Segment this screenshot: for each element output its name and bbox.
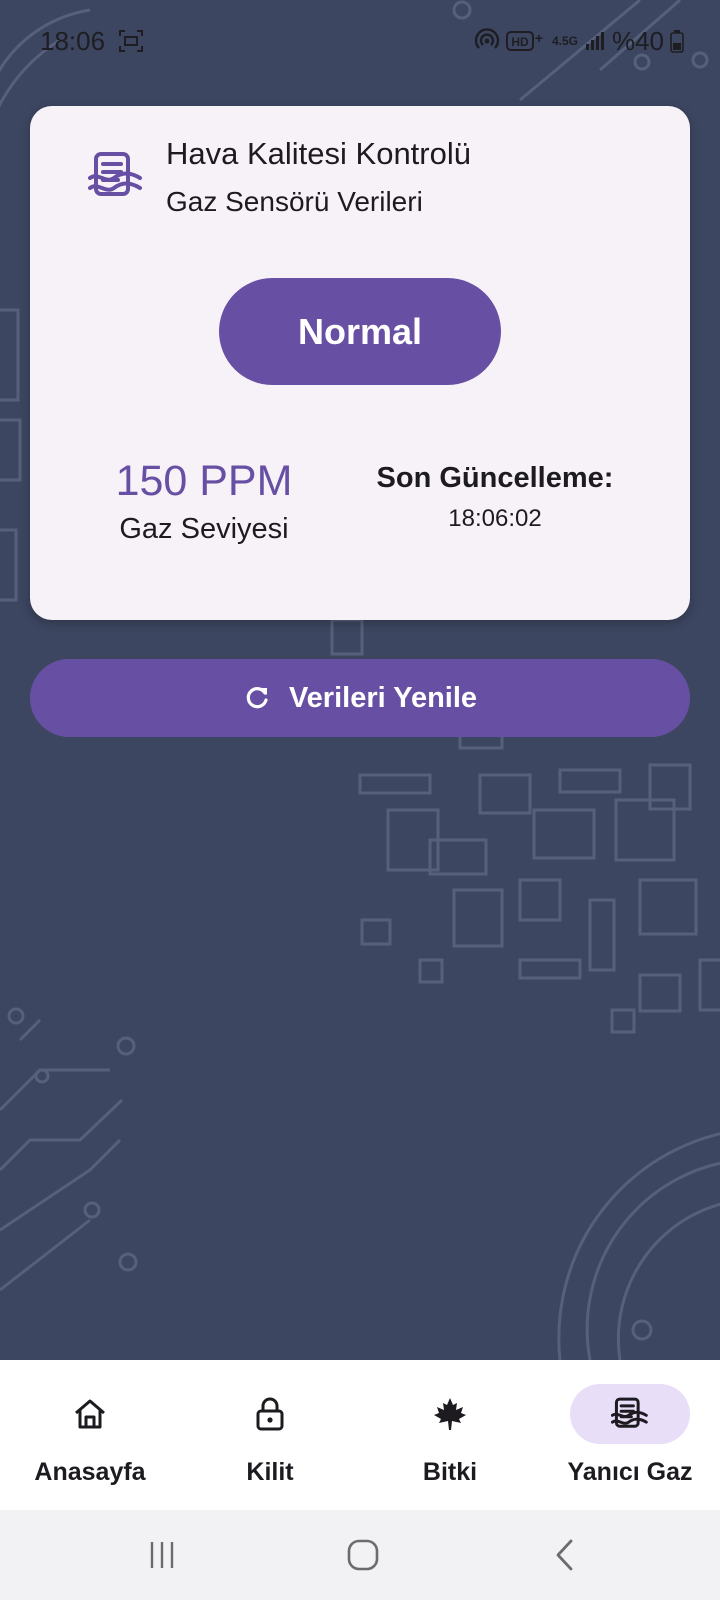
gas-level-label: Gaz Seviyesi <box>119 513 289 546</box>
recents-button[interactable] <box>132 1532 192 1578</box>
status-bar: 18:06 HD + 4.5G %40 <box>0 0 720 84</box>
svg-text:+: + <box>535 30 543 46</box>
home-circle-icon <box>347 1539 379 1571</box>
status-time: 18:06 <box>40 26 106 56</box>
bottom-navigation: Anasayfa Kilit Bitki Yanıcı Gaz <box>0 1360 720 1510</box>
app-screen: 18:06 HD + 4.5G %40 Hava Kalitesi Kontro… <box>0 0 720 1600</box>
nav-label-yanici-gaz: Yanıcı Gaz <box>567 1458 693 1486</box>
last-update-block: Son Güncelleme: 18:06:02 <box>360 462 630 533</box>
battery-percentage: %40 <box>611 25 664 56</box>
active-indicator <box>570 1384 690 1444</box>
nav-label-bitki: Bitki <box>422 1458 478 1486</box>
lock-icon <box>256 1397 284 1431</box>
battery-icon <box>670 30 684 53</box>
back-icon <box>556 1539 573 1571</box>
screenshot-icon <box>119 30 143 52</box>
gas-sensor-icon <box>88 152 142 196</box>
air-quality-card: Hava Kalitesi Kontrolü Gaz Sensörü Veril… <box>30 106 690 620</box>
network-type-label: 4.5G <box>551 34 578 48</box>
card-title: Hava Kalitesi Kontrolü <box>166 136 471 171</box>
status-badge: Normal <box>219 278 501 385</box>
gas-level-block: 150 PPM Gaz Seviyesi <box>84 457 324 546</box>
status-indicators: HD + 4.5G %40 <box>474 24 684 58</box>
nav-item-kilit[interactable]: Kilit <box>180 1360 360 1510</box>
nav-item-yanici-gaz[interactable]: Yanıcı Gaz <box>540 1360 720 1510</box>
home-icon <box>75 1399 105 1429</box>
hotspot-icon <box>474 28 500 49</box>
card-subtitle: Gaz Sensörü Verileri <box>166 186 423 217</box>
svg-text:HD: HD <box>511 35 529 49</box>
gas-level-value: 150 PPM <box>115 457 293 505</box>
last-update-label: Son Güncelleme: <box>376 462 614 494</box>
last-update-time: 18:06:02 <box>448 505 542 532</box>
refresh-data-button[interactable]: Verileri Yenile <box>30 659 690 737</box>
back-button[interactable] <box>535 1532 595 1578</box>
system-navigation-bar <box>0 1510 720 1600</box>
leaf-icon <box>434 1398 466 1430</box>
home-system-button[interactable] <box>333 1532 393 1578</box>
refresh-button-label: Verileri Yenile <box>288 681 478 714</box>
signal-icon <box>585 32 604 50</box>
refresh-icon <box>246 687 268 709</box>
nav-label-kilit: Kilit <box>246 1458 294 1486</box>
hd-plus-icon: HD + <box>505 30 543 51</box>
nav-label-anasayfa: Anasayfa <box>34 1458 146 1486</box>
gas-sensor-icon <box>611 1397 648 1428</box>
recents-icon <box>150 1542 174 1568</box>
nav-item-bitki[interactable]: Bitki <box>360 1360 540 1510</box>
nav-item-anasayfa[interactable]: Anasayfa <box>0 1360 180 1510</box>
